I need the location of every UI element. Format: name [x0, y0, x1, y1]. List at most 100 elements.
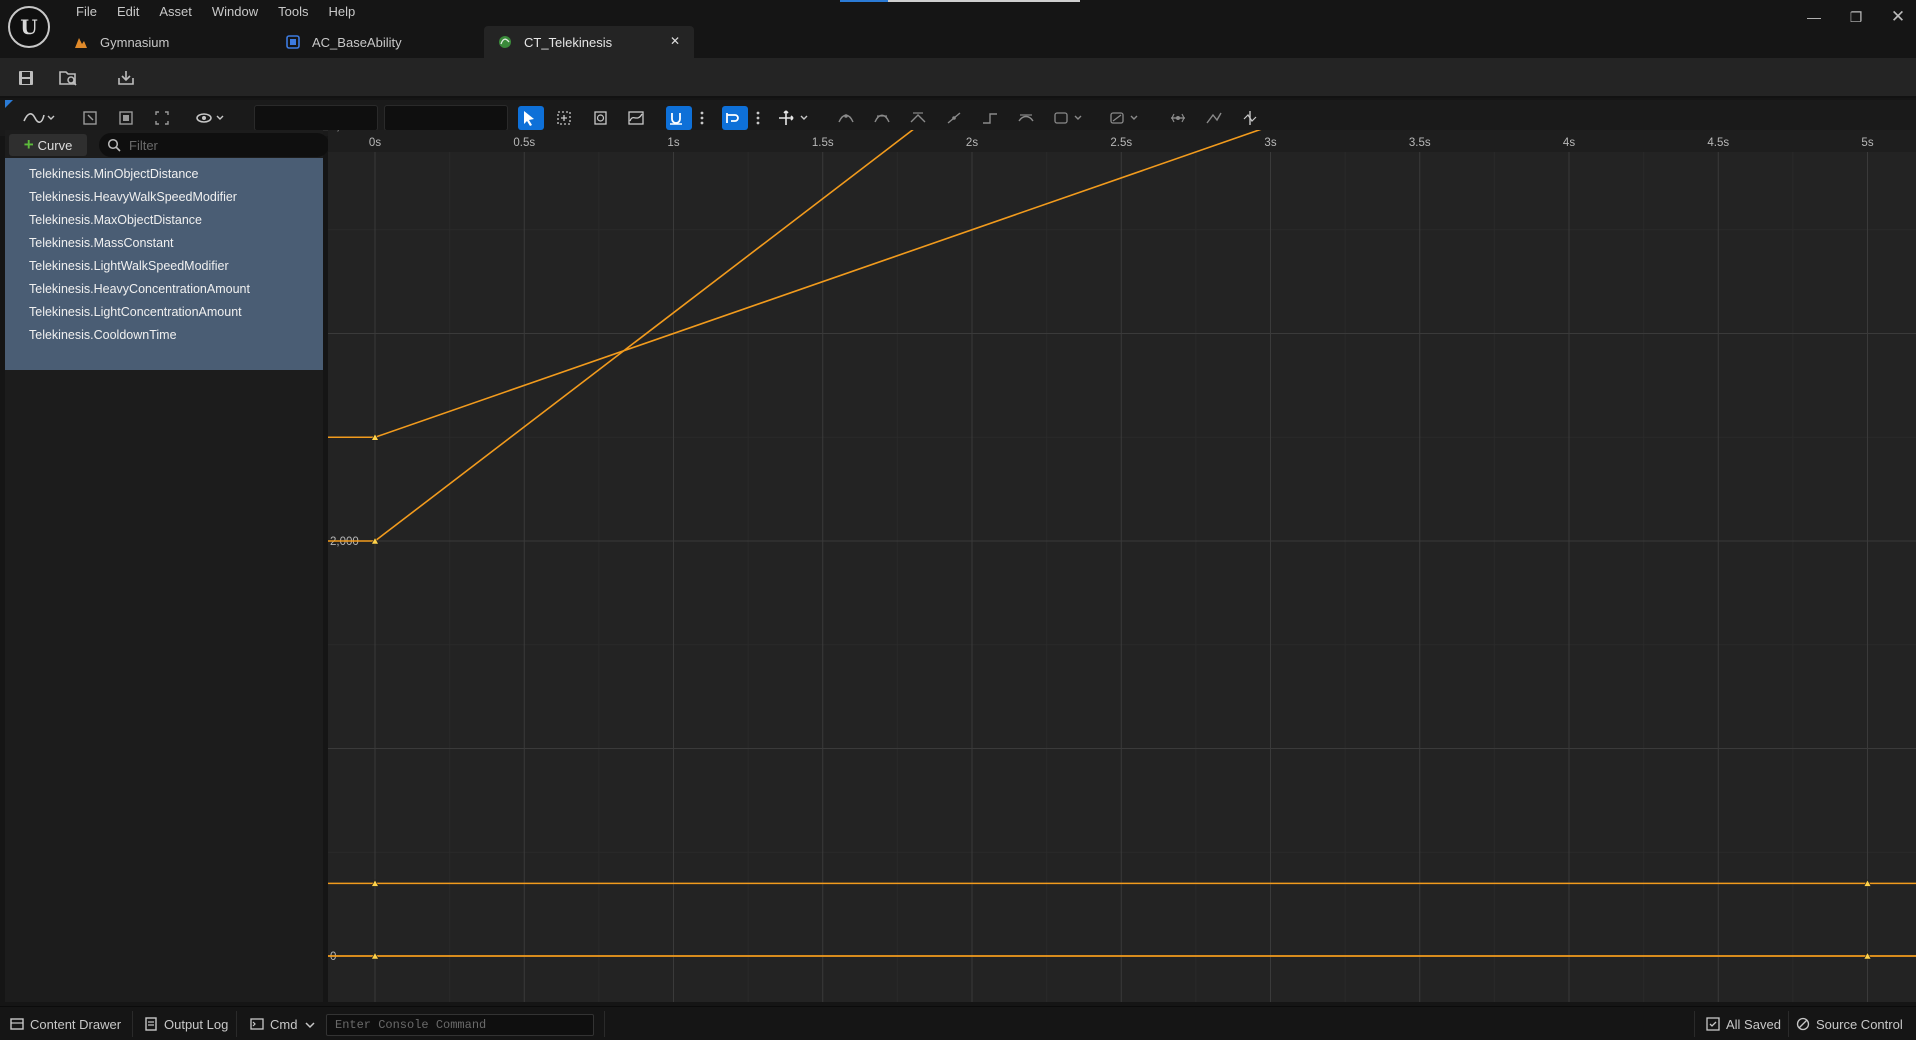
tab-ct-telekinesis[interactable]: CT_Telekinesis ✕	[484, 26, 694, 58]
curve-graph-canvas[interactable]: 0s 0.5s 1s 1.5s 2s 2.5s 3s 3.5s 4s 4.5s 5s 0 2,000 4,…	[328, 130, 1916, 1002]
flatten-tangents-icon[interactable]	[1016, 106, 1042, 130]
unreal-logo-icon[interactable]: U	[8, 6, 50, 48]
title-bar: U File Edit Asset Window Tools Help — ❐ ✕ Gym…	[0, 0, 1916, 58]
retime-tool-icon[interactable]	[590, 106, 616, 130]
time-field[interactable]	[254, 105, 378, 131]
curve-table-editor: U File Edit Asset Window Tools Help — ❐ ✕ Gym…	[0, 0, 1916, 1040]
curve-list: Telekinesis.MinObjectDistance Telekinesis…	[5, 158, 323, 370]
divider	[236, 1011, 237, 1037]
output-log-button[interactable]: Output Log	[144, 1013, 228, 1035]
plus-icon: +	[23, 135, 34, 154]
saved-icon	[1706, 1017, 1720, 1031]
add-curve-button[interactable]: + Curve	[9, 134, 87, 156]
top-progress-bar	[840, 0, 1080, 2]
menu-window[interactable]: Window	[202, 2, 268, 22]
curve-list-item[interactable]: Telekinesis.LightWalkSpeedModifier	[5, 255, 323, 278]
console-input[interactable]	[327, 1015, 593, 1035]
cubic-user-icon[interactable]	[872, 106, 898, 130]
divider	[604, 1011, 605, 1037]
snap-value-icon[interactable]	[722, 106, 748, 130]
fit-view-icon[interactable]	[152, 106, 178, 130]
add-curve-label: Curve	[37, 137, 73, 153]
filter-box	[99, 133, 329, 157]
options-more-icon[interactable]	[750, 106, 764, 130]
content-drawer-button[interactable]: Content Drawer	[10, 1013, 121, 1035]
x-tick-label: 0s	[369, 137, 381, 149]
browse-icon[interactable]	[56, 66, 80, 90]
tab-label: CT_Telekinesis	[524, 34, 613, 50]
menu-asset[interactable]: Asset	[149, 2, 202, 22]
x-tick-label: 3s	[1264, 137, 1276, 149]
close-tab-icon[interactable]: ✕	[670, 34, 680, 48]
close-window-icon[interactable]: ✕	[1878, 4, 1916, 30]
cubic-break-icon[interactable]	[908, 106, 934, 130]
curve-list-item[interactable]: Telekinesis.MassConstant	[5, 232, 323, 255]
value-field[interactable]	[384, 105, 508, 131]
filter-input[interactable]	[129, 137, 309, 153]
source-control-button[interactable]: Source Control	[1796, 1013, 1903, 1035]
x-tick-label: 1.5s	[812, 137, 834, 149]
tab-label: Gymnasium	[100, 34, 170, 50]
x-tick-label: 0.5s	[513, 137, 535, 149]
source-control-label: Source Control	[1816, 1016, 1903, 1032]
options-more-icon[interactable]	[694, 106, 708, 130]
key-reduce-icon[interactable]	[1240, 106, 1266, 130]
divider	[1694, 1011, 1695, 1037]
chevron-down-icon	[305, 1017, 315, 1032]
transform-tool-icon[interactable]	[554, 106, 580, 130]
x-tick-label: 3.5s	[1409, 137, 1431, 149]
x-tick-label: 2.5s	[1110, 137, 1132, 149]
curve-list-item[interactable]: Telekinesis.HeavyConcentrationAmount	[5, 278, 323, 301]
menu-tools[interactable]: Tools	[268, 2, 318, 22]
blueprint-icon	[286, 35, 300, 49]
content-drawer-icon	[10, 1017, 24, 1031]
menu-help[interactable]: Help	[318, 2, 365, 22]
axis-snapping-icon[interactable]	[776, 106, 816, 130]
cmd-label: Cmd	[270, 1016, 298, 1032]
x-tick-label: 2s	[966, 137, 978, 149]
tab-ac-baseability[interactable]: AC_BaseAbility	[272, 26, 484, 58]
snap-time-icon[interactable]	[666, 106, 692, 130]
menu-edit[interactable]: Edit	[107, 2, 149, 22]
console-field	[326, 1014, 594, 1036]
minimize-icon[interactable]: —	[1794, 4, 1834, 30]
curve-view-mode-icon[interactable]	[20, 106, 58, 130]
divider	[132, 1011, 133, 1037]
status-bar: Content Drawer Output Log Cmd All Saved …	[0, 1006, 1916, 1040]
output-log-label: Output Log	[164, 1016, 229, 1032]
frame-selection-icon[interactable]	[80, 106, 106, 130]
curve-list-item[interactable]: Telekinesis.LightConcentrationAmount	[5, 301, 323, 324]
x-tick-label: 4s	[1563, 137, 1575, 149]
visibility-icon[interactable]	[194, 106, 234, 130]
cmd-dropdown[interactable]: Cmd	[250, 1013, 315, 1035]
save-icon[interactable]	[14, 66, 38, 90]
corner-marker-icon	[5, 100, 13, 108]
normalize-icon[interactable]	[1168, 106, 1194, 130]
import-icon[interactable]	[114, 66, 138, 90]
pre-infinity-icon[interactable]	[1052, 106, 1090, 130]
curve-list-item[interactable]: Telekinesis.HeavyWalkSpeedModifier	[5, 186, 323, 209]
linear-icon[interactable]	[944, 106, 970, 130]
restore-icon[interactable]: ❐	[1836, 4, 1876, 30]
frame-curves-icon[interactable]	[116, 106, 142, 130]
multi-scale-tool-icon[interactable]	[626, 106, 652, 130]
menu-file[interactable]: File	[66, 2, 107, 22]
constant-icon[interactable]	[980, 106, 1006, 130]
y-tick-label: 4,000	[330, 130, 359, 133]
curve-list-item[interactable]: Telekinesis.MinObjectDistance	[5, 163, 323, 186]
curve-graph[interactable]: 0s 0.5s 1s 1.5s 2s 2.5s 3s 3.5s 4s 4.5s 5s 0 2,000 4,…	[328, 130, 1916, 1002]
output-log-icon	[144, 1017, 158, 1031]
curve-list-item[interactable]: Telekinesis.MaxObjectDistance	[5, 209, 323, 232]
level-icon	[74, 35, 88, 49]
flip-icon[interactable]	[1204, 106, 1230, 130]
divider	[1788, 1011, 1789, 1037]
select-tool-icon[interactable]	[518, 106, 544, 130]
save-status-button[interactable]: All Saved	[1706, 1013, 1781, 1035]
cubic-auto-icon[interactable]	[836, 106, 862, 130]
post-infinity-icon[interactable]	[1108, 106, 1146, 130]
curve-list-item[interactable]: Telekinesis.CooldownTime	[5, 324, 323, 347]
tab-label: AC_BaseAbility	[312, 34, 402, 50]
main-toolbar	[0, 58, 1916, 98]
tab-gymnasium[interactable]: Gymnasium	[60, 26, 272, 58]
document-tabs: Gymnasium AC_BaseAbility CT_Telekinesis ✕	[60, 26, 694, 58]
